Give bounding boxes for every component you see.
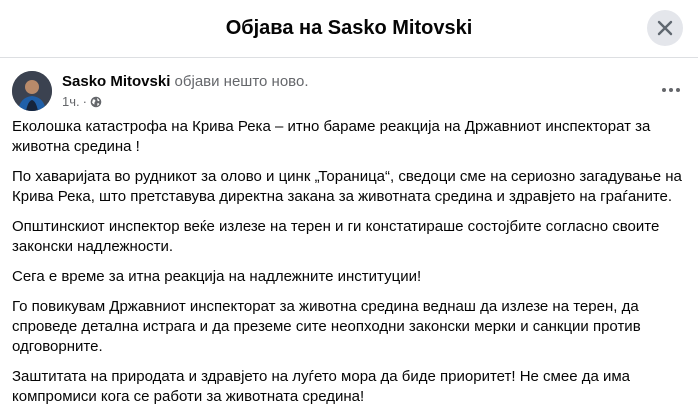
close-button[interactable] (647, 10, 683, 46)
post-header: Sasko Mitovski објави нешто ново. 1ч. · (0, 58, 698, 118)
post-body: Еколошка катастрофа на Крива Река – итно… (12, 117, 688, 417)
globe-icon (90, 96, 102, 107)
post-paragraph: Сега е време за итна реакција на надлежн… (12, 268, 422, 285)
post-paragraph: Општинскиот инспектор веќе излезе на тер… (12, 218, 660, 255)
avatar[interactable] (12, 71, 52, 111)
post-paragraph: По хаваријата во рудникот за олово и цин… (12, 168, 682, 205)
author-line: Sasko Mitovski објави нешто ново. (62, 73, 309, 90)
author-name[interactable]: Sasko Mitovski (62, 73, 170, 90)
more-options-button[interactable] (654, 76, 688, 104)
post-time[interactable]: 1ч. (62, 94, 80, 109)
post-paragraph: Еколошка катастрофа на Крива Река – итно… (12, 118, 651, 155)
dialog-title: Објава на Sasko Mitovski (225, 17, 473, 39)
post-paragraph: Го повикувам Државниот инспекторат за жи… (12, 298, 641, 355)
meta-separator: · (82, 94, 87, 109)
dialog-header: Објава на Sasko Mitovski (0, 0, 698, 58)
avatar-image (12, 71, 52, 111)
post-meta: 1ч. · (62, 94, 102, 109)
author-action: објави нешто ново. (170, 73, 309, 90)
more-horizontal-icon (662, 88, 666, 92)
post-paragraph: Заштитата на природата и здравјето на лу… (12, 368, 631, 405)
close-icon (657, 20, 673, 36)
